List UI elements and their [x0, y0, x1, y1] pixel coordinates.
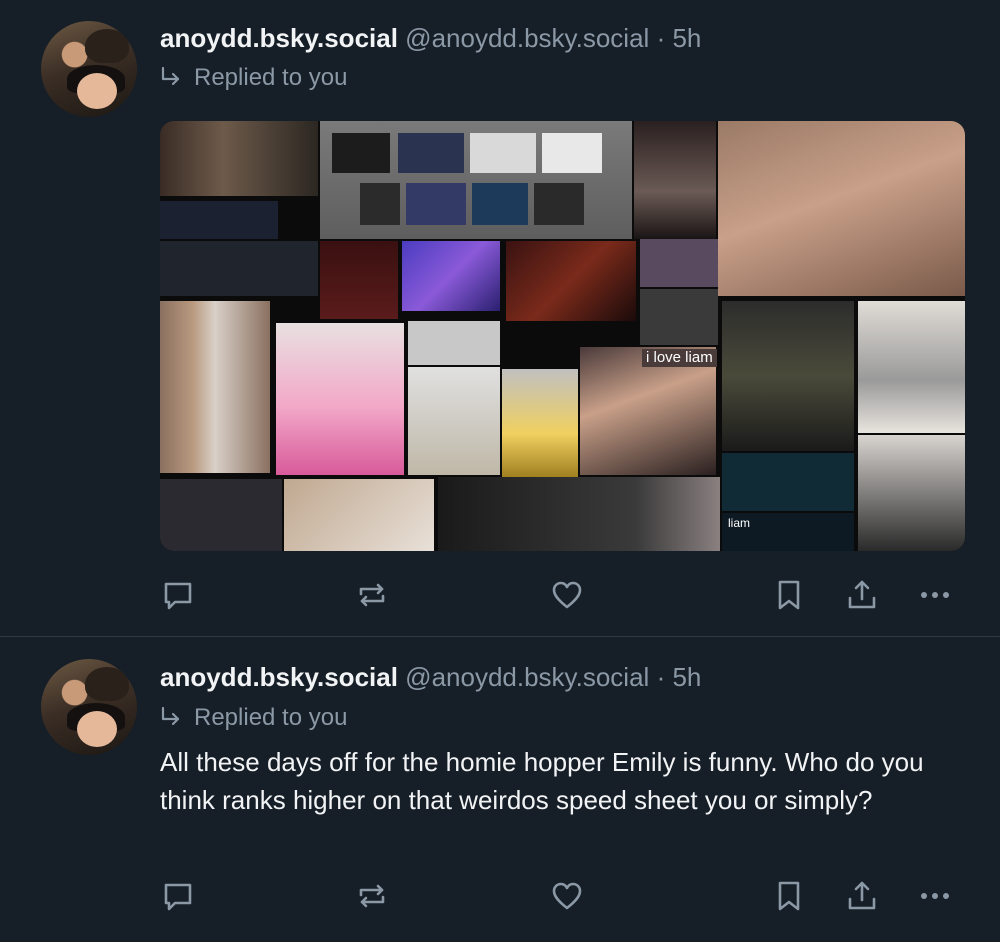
like-button[interactable]: [547, 876, 587, 916]
collage-tile: [472, 183, 528, 225]
bookmark-icon: [778, 881, 800, 911]
share-button[interactable]: [842, 575, 882, 615]
like-icon: [552, 882, 582, 910]
avatar-hair: [85, 667, 129, 701]
like-icon: [552, 581, 582, 609]
reply-context: Replied to you: [160, 703, 347, 733]
collage-tile: [160, 201, 278, 239]
collage-tile: [640, 289, 718, 345]
collage-tile: [534, 183, 584, 225]
collage-tile: [360, 183, 400, 225]
feed: anoydd.bsky.social @anoydd.bsky.social ·…: [0, 0, 1000, 942]
collage-tile: [408, 321, 500, 365]
collage-tile: [640, 239, 718, 287]
repost-icon: [359, 884, 385, 908]
reply-icon: [164, 582, 192, 610]
collage-tile: [160, 301, 270, 473]
bookmark-button[interactable]: [769, 575, 809, 615]
collage-tile: [438, 477, 720, 551]
share-button[interactable]: [842, 876, 882, 916]
author-handle[interactable]: @anoydd.bsky.social: [405, 662, 649, 692]
collage-tile: [502, 369, 578, 477]
collage-tile: [858, 301, 965, 433]
post-text: All these days off for the homie hopper …: [160, 747, 924, 815]
reply-arrow-icon: [161, 66, 180, 86]
avatar-hair: [85, 29, 129, 63]
collage-tile: [160, 121, 318, 196]
post-time[interactable]: 5h: [672, 23, 701, 53]
post-header: anoydd.bsky.social @anoydd.bsky.social ·…: [160, 661, 701, 693]
bookmark-button[interactable]: [769, 876, 809, 916]
author-name[interactable]: anoydd.bsky.social: [160, 662, 398, 692]
reply-context: Replied to you: [160, 63, 347, 93]
repost-icon: [359, 583, 385, 607]
collage-tile: [858, 435, 965, 551]
collage-tile: [402, 241, 500, 311]
collage-tile: [160, 241, 318, 296]
bookmark-icon: [778, 580, 800, 610]
reply-button[interactable]: [158, 575, 198, 615]
collage-tile: [406, 183, 466, 225]
author-handle[interactable]: @anoydd.bsky.social: [405, 23, 649, 53]
collage-tile: [470, 133, 536, 173]
avatar-face: [77, 711, 117, 747]
post[interactable]: anoydd.bsky.social @anoydd.bsky.social ·…: [0, 0, 1000, 637]
post-actions: [0, 876, 1000, 916]
post-header: anoydd.bsky.social @anoydd.bsky.social ·…: [160, 22, 701, 54]
share-icon: [848, 580, 876, 609]
collage-tile: [506, 241, 636, 321]
image-profile-name: liam: [728, 516, 751, 530]
collage-tile: [320, 241, 398, 319]
post-image[interactable]: i love liam liam: [160, 121, 965, 551]
reply-label: Replied to you: [194, 64, 348, 91]
image-caption: i love liam: [642, 349, 717, 367]
author-name[interactable]: anoydd.bsky.social: [160, 23, 398, 53]
like-button[interactable]: [547, 575, 587, 615]
repost-button[interactable]: [352, 575, 392, 615]
avatar[interactable]: [41, 659, 137, 755]
collage-tile: [276, 323, 404, 475]
post-time[interactable]: 5h: [672, 662, 701, 692]
collage-tile: [542, 133, 602, 173]
collage-tile: [634, 121, 716, 239]
reply-label: Replied to you: [194, 704, 348, 731]
collage-tile: [718, 121, 965, 296]
more-icon: [921, 592, 949, 598]
collage-tile: [722, 301, 854, 451]
more-button[interactable]: [915, 575, 955, 615]
more-icon: [921, 893, 949, 899]
collage-tile: [160, 479, 282, 551]
collage-tile: [284, 479, 434, 551]
collage-tile: [398, 133, 464, 173]
avatar-face: [77, 73, 117, 109]
post-actions: [0, 575, 1000, 615]
post[interactable]: anoydd.bsky.social @anoydd.bsky.social ·…: [0, 637, 1000, 942]
separator-dot: ·: [656, 662, 666, 692]
share-icon: [848, 881, 876, 910]
more-button[interactable]: [915, 876, 955, 916]
repost-button[interactable]: [352, 876, 392, 916]
reply-icon: [164, 883, 192, 911]
collage-tile: [332, 133, 390, 173]
separator-dot: ·: [656, 23, 666, 53]
reply-button[interactable]: [158, 876, 198, 916]
collage-tile: [722, 453, 854, 511]
reply-arrow-icon: [161, 706, 180, 726]
collage-tile: [408, 367, 500, 475]
avatar[interactable]: [41, 21, 137, 117]
